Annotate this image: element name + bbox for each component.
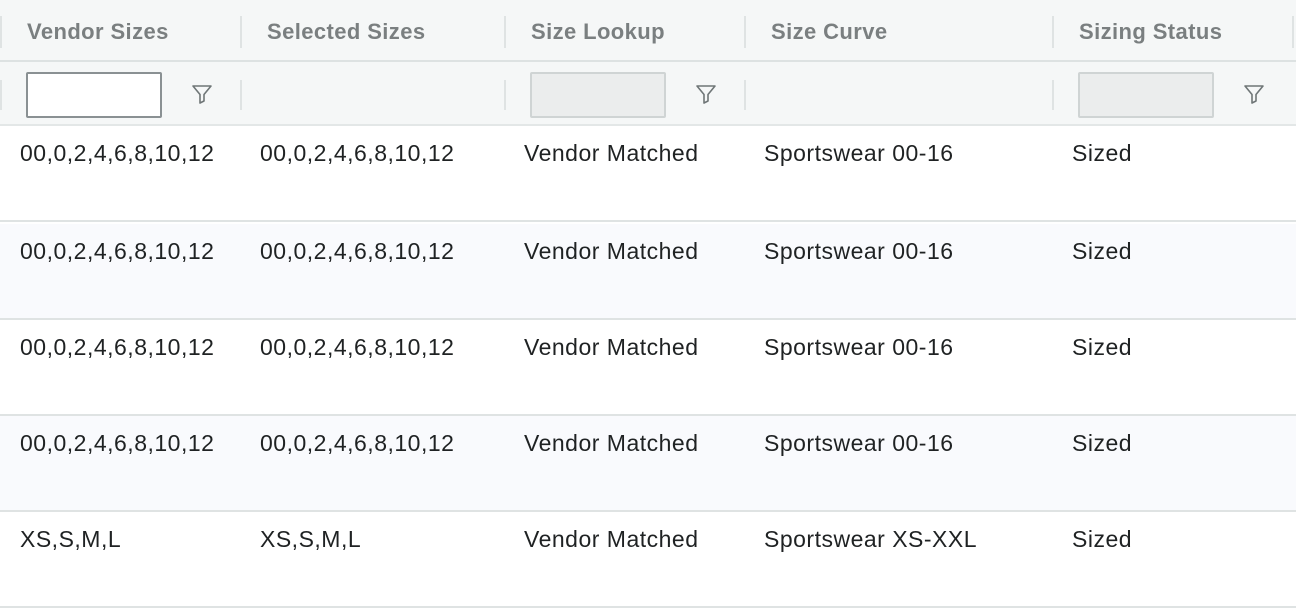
size-curve-cell: Sportswear 00-16 [764,334,954,360]
column-separator[interactable] [504,16,506,48]
sizing-status-cell: Sized [1072,526,1133,552]
column-separator [240,80,242,110]
sizing-status-cell: Sized [1072,430,1133,456]
column-separator[interactable] [0,16,2,48]
table-row[interactable]: 00,0,2,4,6,8,10,12 00,0,2,4,6,8,10,12 Ve… [0,126,1296,222]
column-header-size-lookup[interactable]: Size Lookup [531,0,665,62]
size-lookup-cell: Vendor Matched [524,334,699,360]
column-separator [1052,80,1054,110]
column-header-size-curve[interactable]: Size Curve [771,0,888,62]
column-separator [744,80,746,110]
selected-sizes-cell: 00,0,2,4,6,8,10,12 [260,334,455,360]
column-separator[interactable] [1052,16,1054,48]
column-header-vendor-sizes[interactable]: Vendor Sizes [27,0,169,62]
grid-header: Vendor Sizes Selected Sizes Size Lookup … [0,0,1296,62]
size-lookup-cell: Vendor Matched [524,238,699,264]
size-curve-cell: Sportswear 00-16 [764,430,954,456]
column-separator [504,80,506,110]
filter-icon[interactable] [190,82,214,106]
sizing-status-cell: Sized [1072,334,1133,360]
selected-sizes-cell: 00,0,2,4,6,8,10,12 [260,140,455,166]
sizing-status-cell: Sized [1072,140,1133,166]
vendor-sizes-filter-input[interactable] [26,72,162,118]
vendor-sizes-cell: 00,0,2,4,6,8,10,12 [20,140,215,166]
size-curve-cell: Sportswear 00-16 [764,238,954,264]
size-curve-cell: Sportswear XS-XXL [764,526,978,552]
column-separator[interactable] [240,16,242,48]
filter-icon[interactable] [694,82,718,106]
vendor-sizes-cell: 00,0,2,4,6,8,10,12 [20,238,215,264]
vendor-sizes-cell: XS,S,M,L [20,526,122,552]
column-separator[interactable] [1292,16,1294,48]
sizing-status-cell: Sized [1072,238,1133,264]
vendor-sizes-cell: 00,0,2,4,6,8,10,12 [20,430,215,456]
selected-sizes-cell: XS,S,M,L [260,526,362,552]
selected-sizes-cell: 00,0,2,4,6,8,10,12 [260,430,455,456]
selected-sizes-cell: 00,0,2,4,6,8,10,12 [260,238,455,264]
column-header-sizing-status[interactable]: Sizing Status [1079,0,1222,62]
table-row[interactable]: 00,0,2,4,6,8,10,12 00,0,2,4,6,8,10,12 Ve… [0,416,1296,512]
filter-icon[interactable] [1242,82,1266,106]
size-lookup-cell: Vendor Matched [524,430,699,456]
table-row[interactable]: XS,S,M,L XS,S,M,L Vendor Matched Sportsw… [0,512,1296,608]
size-curve-cell: Sportswear 00-16 [764,140,954,166]
column-header-selected-sizes[interactable]: Selected Sizes [267,0,425,62]
size-lookup-cell: Vendor Matched [524,140,699,166]
size-lookup-filter-input [530,72,666,118]
sizing-grid: Vendor Sizes Selected Sizes Size Lookup … [0,0,1296,608]
table-row[interactable]: 00,0,2,4,6,8,10,12 00,0,2,4,6,8,10,12 Ve… [0,224,1296,320]
column-separator [0,80,2,110]
column-separator[interactable] [744,16,746,48]
vendor-sizes-cell: 00,0,2,4,6,8,10,12 [20,334,215,360]
sizing-status-filter-input [1078,72,1214,118]
table-row[interactable]: 00,0,2,4,6,8,10,12 00,0,2,4,6,8,10,12 Ve… [0,320,1296,416]
filter-row [0,62,1296,126]
size-lookup-cell: Vendor Matched [524,526,699,552]
